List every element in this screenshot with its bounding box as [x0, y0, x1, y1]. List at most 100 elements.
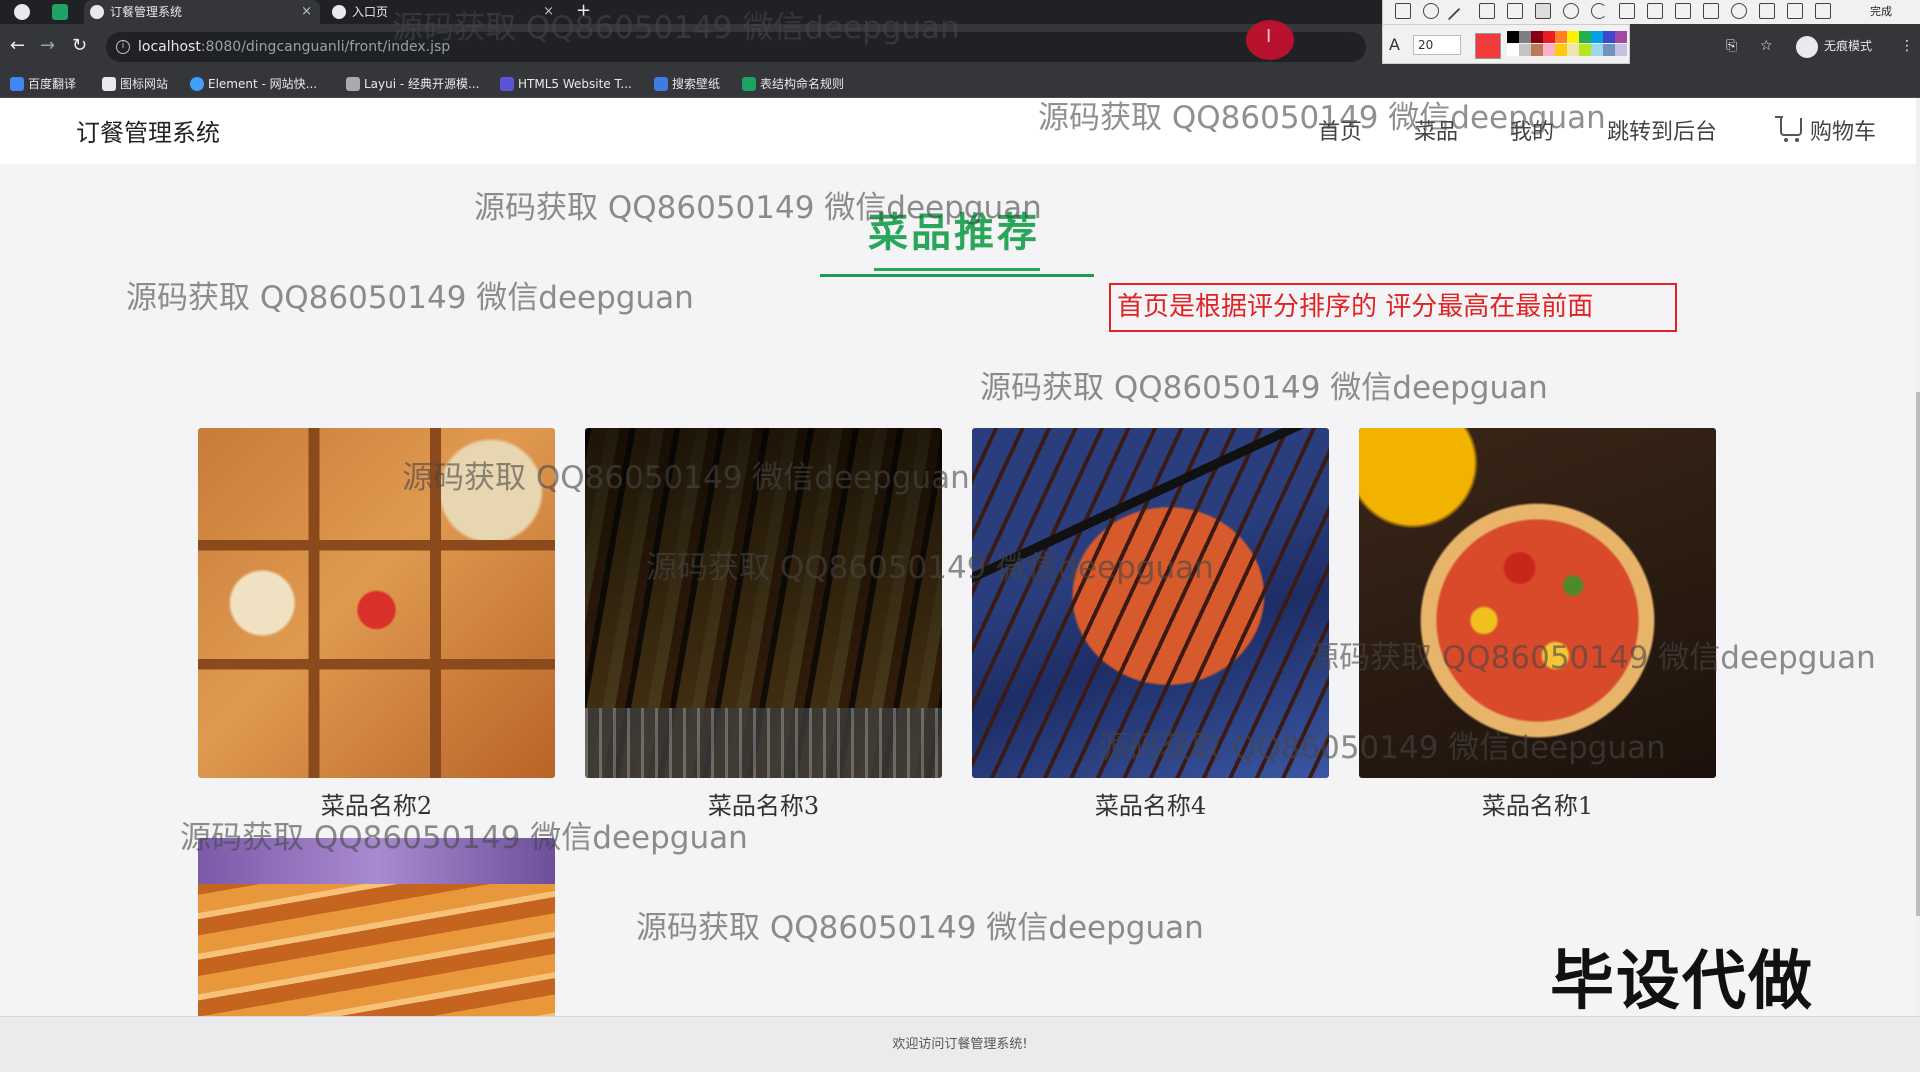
- color-swatch[interactable]: [1531, 31, 1543, 43]
- color-swatch[interactable]: [1615, 44, 1627, 56]
- bookmark-label: 图标网站: [120, 77, 169, 91]
- color-swatch[interactable]: [1591, 44, 1603, 56]
- layui-icon: [346, 77, 360, 91]
- expand-icon[interactable]: [1675, 3, 1691, 19]
- dish-image[interactable]: [972, 428, 1329, 778]
- browser-menu-icon[interactable]: [14, 4, 30, 20]
- incognito-profile[interactable]: 无痕模式: [1796, 35, 1872, 58]
- address-host: localhost: [138, 39, 201, 55]
- tab-ordering-system[interactable]: 订餐管理系统 ×: [84, 0, 320, 24]
- close-icon[interactable]: ×: [543, 0, 554, 24]
- dish-name[interactable]: 菜品名称1: [1359, 786, 1716, 821]
- color-swatch[interactable]: [1603, 44, 1615, 56]
- forward-icon[interactable]: →: [40, 36, 55, 56]
- color-swatch[interactable]: [1507, 44, 1519, 56]
- ocr-icon[interactable]: [1647, 3, 1663, 19]
- cart-icon[interactable]: [1775, 116, 1802, 142]
- bookmark-element[interactable]: Element - 网站快...: [188, 70, 317, 98]
- reload-icon[interactable]: ↻: [72, 36, 87, 56]
- bookmark-layui[interactable]: Layui - 经典开源模...: [344, 70, 479, 98]
- bookmark-icon: [10, 77, 24, 91]
- sheet-icon: [742, 77, 756, 91]
- section-title: 菜品推荐: [868, 210, 1040, 256]
- title-underline: [874, 268, 1040, 271]
- color-swatch[interactable]: [1567, 31, 1579, 43]
- pen-tool-icon[interactable]: [1479, 3, 1495, 19]
- incognito-icon: [1796, 36, 1818, 58]
- watermark-text: 源码获取 QQ86050149 微信deepguan: [636, 910, 1204, 946]
- bookmark-label: 百度翻译: [28, 77, 77, 91]
- dish-image[interactable]: [585, 428, 942, 778]
- dish-image[interactable]: [198, 428, 555, 778]
- nav-home[interactable]: 首页: [1318, 114, 1362, 146]
- dish-name[interactable]: 菜品名称2: [198, 786, 555, 821]
- info-icon[interactable]: i: [116, 40, 130, 54]
- text-cursor-icon: I: [1266, 26, 1272, 47]
- pinned-tab-icon[interactable]: [52, 4, 68, 20]
- address-bar[interactable]: i localhost:8080/dingcanguanli/front/ind…: [106, 32, 1366, 62]
- color-swatch[interactable]: [1519, 31, 1531, 43]
- crop-icon[interactable]: [1619, 3, 1635, 19]
- bookmark-icon-site[interactable]: 图标网站: [100, 70, 168, 98]
- color-swatch[interactable]: [1591, 31, 1603, 43]
- current-color-swatch[interactable]: [1475, 33, 1501, 59]
- pin-icon[interactable]: [1703, 3, 1719, 19]
- color-swatch[interactable]: [1543, 44, 1555, 56]
- dish-card[interactable]: 菜品名称3: [585, 428, 942, 821]
- color-swatch[interactable]: [1543, 31, 1555, 43]
- dish-name[interactable]: 菜品名称3: [585, 786, 942, 821]
- bookmark-baidu-translate[interactable]: 百度翻译: [8, 70, 76, 98]
- color-swatch[interactable]: [1603, 31, 1615, 43]
- element-icon: [190, 77, 204, 91]
- phone-icon[interactable]: [1787, 3, 1803, 19]
- screenshot-toolbar: [1382, 0, 1920, 31]
- color-swatch[interactable]: [1555, 31, 1567, 43]
- font-size-select[interactable]: 20: [1413, 35, 1461, 55]
- bookmark-html5[interactable]: HTML5 Website T...: [498, 70, 632, 98]
- color-swatch[interactable]: [1531, 44, 1543, 56]
- snip-done-button[interactable]: 完成: [1870, 0, 1892, 24]
- color-swatch[interactable]: [1615, 31, 1627, 43]
- dish-card[interactable]: 菜品名称4: [972, 428, 1329, 821]
- record-icon[interactable]: [1731, 3, 1747, 19]
- translate-icon[interactable]: ⎘: [1726, 36, 1737, 56]
- color-swatch[interactable]: [1579, 31, 1591, 43]
- dish-image[interactable]: [1359, 428, 1716, 778]
- bookmark-table-naming[interactable]: 表结构命名规则: [740, 70, 844, 98]
- undo-icon[interactable]: [1591, 3, 1607, 19]
- mosaic-tool-icon[interactable]: [1507, 3, 1523, 19]
- bookmark-icon[interactable]: [1815, 3, 1831, 19]
- color-swatch[interactable]: [1567, 44, 1579, 56]
- back-icon[interactable]: ←: [10, 36, 25, 56]
- bookmark-wallpaper[interactable]: 搜索壁纸: [652, 70, 720, 98]
- color-swatch[interactable]: [1519, 44, 1531, 56]
- close-icon[interactable]: [1843, 3, 1859, 19]
- close-icon[interactable]: ×: [301, 0, 312, 24]
- bookmark-label: 搜索壁纸: [672, 77, 721, 91]
- font-icon: A: [1389, 35, 1400, 54]
- number-tool-icon[interactable]: [1563, 3, 1579, 19]
- text-tool-icon[interactable]: [1535, 3, 1551, 19]
- nav-dishes[interactable]: 菜品: [1414, 114, 1458, 146]
- title-divider: [820, 274, 1094, 277]
- star-icon[interactable]: ☆: [1760, 36, 1773, 56]
- dish-image[interactable]: [198, 838, 555, 1016]
- rectangle-tool-icon[interactable]: [1395, 3, 1411, 19]
- color-swatch[interactable]: [1507, 31, 1519, 43]
- nav-mine[interactable]: 我的: [1510, 114, 1554, 146]
- more-menu-icon[interactable]: ⋮: [1900, 36, 1914, 56]
- ellipse-tool-icon[interactable]: [1423, 3, 1439, 19]
- download-icon[interactable]: [1759, 3, 1775, 19]
- new-tab-button[interactable]: +: [576, 0, 591, 22]
- nav-cart[interactable]: 购物车: [1810, 114, 1876, 146]
- wallpaper-icon: [654, 77, 668, 91]
- dish-card[interactable]: 菜品名称1: [1359, 428, 1716, 821]
- dish-card[interactable]: 菜品名称2: [198, 428, 555, 821]
- tab-entry-page[interactable]: 入口页 ×: [326, 0, 562, 24]
- color-swatch[interactable]: [1579, 44, 1591, 56]
- site-logo[interactable]: 订餐管理系统: [76, 113, 220, 148]
- color-swatch[interactable]: [1555, 44, 1567, 56]
- nav-admin[interactable]: 跳转到后台: [1607, 114, 1717, 146]
- dish-name[interactable]: 菜品名称4: [972, 786, 1329, 821]
- scrollbar-thumb[interactable]: [1916, 392, 1920, 916]
